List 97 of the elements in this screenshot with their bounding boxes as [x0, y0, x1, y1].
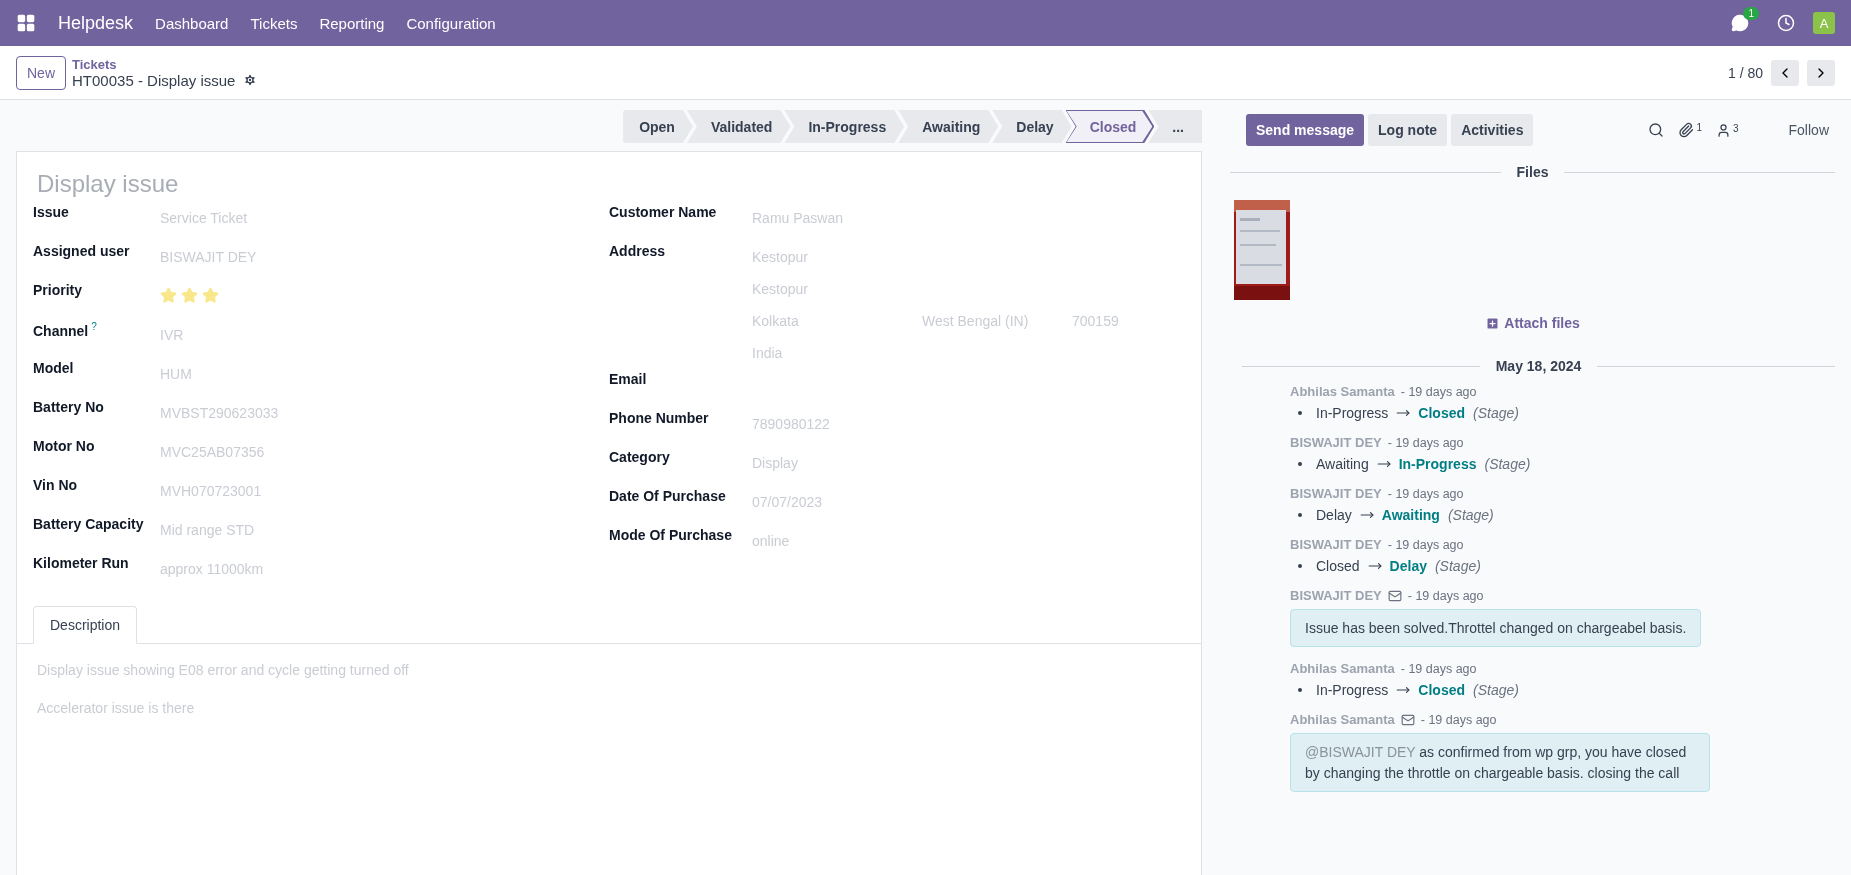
new-button[interactable]: New: [16, 55, 66, 90]
field-label: Category: [609, 448, 670, 465]
message-author[interactable]: Abhilas Samanta: [1290, 384, 1395, 399]
bullet: [1298, 564, 1302, 568]
attach-files-button[interactable]: Attach files: [1479, 314, 1586, 332]
chatter-button[interactable]: Activities: [1451, 114, 1534, 146]
message-time: - 19 days ago: [1407, 588, 1484, 603]
field-label: Channel: [33, 321, 89, 339]
field-label: Issue: [33, 203, 69, 220]
new-stage: Closed: [1418, 682, 1466, 699]
field-label: Email: [609, 370, 647, 387]
tracked-field: (Stage): [1434, 558, 1481, 574]
field-label: Vin No: [33, 476, 78, 493]
new-stage: Closed: [1418, 405, 1466, 421]
record-title: HT00035 - Display issue: [72, 71, 236, 89]
chat-icon[interactable]: [1731, 14, 1749, 32]
message-time: - 19 days ago: [1420, 712, 1497, 727]
bullet: [1298, 688, 1302, 693]
search-icon[interactable]: [1648, 122, 1665, 138]
old-stage: Delay: [1316, 507, 1352, 523]
previous-button[interactable]: [1771, 59, 1799, 86]
stage-button[interactable]: In-Progress: [784, 110, 905, 143]
stage-button[interactable]: Awaiting: [898, 110, 999, 143]
message-text: Issue has been solved.Throttel changed on chargeabel basis.: [1305, 620, 1687, 636]
field-label: Date Of Purchase: [609, 487, 726, 504]
nav-menu-item[interactable]: Tickets: [250, 14, 298, 32]
stage-button[interactable]: Validated: [686, 110, 791, 143]
bullet: [1298, 462, 1302, 466]
message-time: - 19 days ago: [1400, 661, 1477, 676]
tracked-field: (Stage): [1447, 507, 1494, 523]
field-label: Battery Capacity: [33, 515, 144, 532]
stage-button[interactable]: Open: [623, 110, 693, 143]
message-time: - 19 days ago: [1387, 486, 1464, 501]
message-author[interactable]: BISWAJIT DEY: [1290, 588, 1382, 603]
envelope-icon: [1400, 712, 1415, 727]
message-time: - 19 days ago: [1387, 435, 1464, 450]
files-heading: Files: [1516, 164, 1549, 180]
plus-icon: [1485, 315, 1501, 331]
chatter-button[interactable]: Log note: [1368, 114, 1448, 146]
stage-button[interactable]: Closed: [1065, 110, 1155, 143]
old-stage: Awaiting: [1316, 456, 1369, 472]
nav-menu-item[interactable]: Reporting: [319, 14, 385, 32]
tracked-field: (Stage): [1473, 405, 1519, 421]
field-label: Customer Name: [609, 203, 717, 220]
field-label: Model: [33, 359, 74, 376]
message-author[interactable]: BISWAJIT DEY: [1290, 486, 1382, 501]
chatter-button[interactable]: Send message: [1246, 114, 1365, 146]
message-author[interactable]: Abhilas Samanta: [1290, 661, 1395, 677]
old-stage: In-Progress: [1316, 682, 1389, 699]
mention-link[interactable]: @BISWAJIT DEY: [1305, 744, 1416, 761]
field-label: Address: [609, 242, 666, 259]
notebook-tab[interactable]: Description: [33, 606, 138, 644]
nav-menu-item[interactable]: Dashboard: [155, 14, 229, 32]
old-stage: Closed: [1316, 558, 1360, 574]
pager-value[interactable]: 1 / 80: [1727, 64, 1763, 81]
ticket-title[interactable]: Display issue: [17, 152, 1201, 204]
star-icon[interactable]: [202, 287, 219, 304]
message-time: - 19 days ago: [1387, 537, 1464, 552]
message-time: - 19 days ago: [1400, 384, 1477, 399]
message-author[interactable]: BISWAJIT DEY: [1290, 537, 1382, 552]
message-count: 1: [1743, 7, 1759, 20]
star-icon[interactable]: [181, 287, 198, 304]
app-name[interactable]: Helpdesk: [58, 12, 134, 34]
stage-button[interactable]: ...: [1148, 110, 1202, 143]
star-icon[interactable]: [160, 287, 177, 304]
new-stage: Delay: [1389, 558, 1427, 574]
envelope-icon: [1387, 588, 1402, 603]
bullet: [1298, 411, 1302, 415]
tracked-field: (Stage): [1484, 456, 1531, 472]
follow-button[interactable]: Follow: [1782, 121, 1835, 139]
field-label: Assigned user: [33, 242, 130, 259]
attachments-button[interactable]: 1: [1678, 122, 1702, 138]
message-text: @BISWAJIT DEY as confirmed from wp grp, you have closed by changing the throttle on chargeable basis. closing the call: [1305, 744, 1687, 781]
field-label: Battery No: [33, 398, 104, 415]
message-author[interactable]: Abhilas Samanta: [1290, 712, 1395, 728]
breadcrumb-link[interactable]: Tickets: [72, 56, 258, 72]
new-stage: In-Progress: [1398, 456, 1477, 472]
user-avatar[interactable]: A: [1813, 12, 1835, 34]
new-stage: Awaiting: [1381, 507, 1440, 523]
field-label: Kilometer Run: [33, 554, 129, 571]
stage-button[interactable]: Delay: [992, 110, 1072, 143]
clock-icon[interactable]: [1777, 14, 1795, 32]
date-separator: May 18, 2024: [1495, 358, 1582, 374]
settings-icon[interactable]: [243, 73, 258, 87]
help-tooltip[interactable]: ?: [91, 321, 97, 332]
bullet: [1298, 513, 1302, 517]
old-stage: In-Progress: [1316, 405, 1389, 421]
followers-button[interactable]: 3: [1715, 122, 1739, 138]
field-label: Motor No: [33, 437, 95, 454]
field-label: Phone Number: [609, 409, 709, 426]
field-label: Mode Of Purchase: [609, 526, 732, 543]
nav-menu-item[interactable]: Configuration: [406, 14, 496, 32]
apps-menu-icon[interactable]: [16, 13, 36, 33]
next-button[interactable]: [1807, 59, 1835, 86]
tracked-field: (Stage): [1473, 682, 1519, 699]
message-author[interactable]: BISWAJIT DEY: [1290, 435, 1382, 450]
field-label: Priority: [33, 281, 82, 298]
